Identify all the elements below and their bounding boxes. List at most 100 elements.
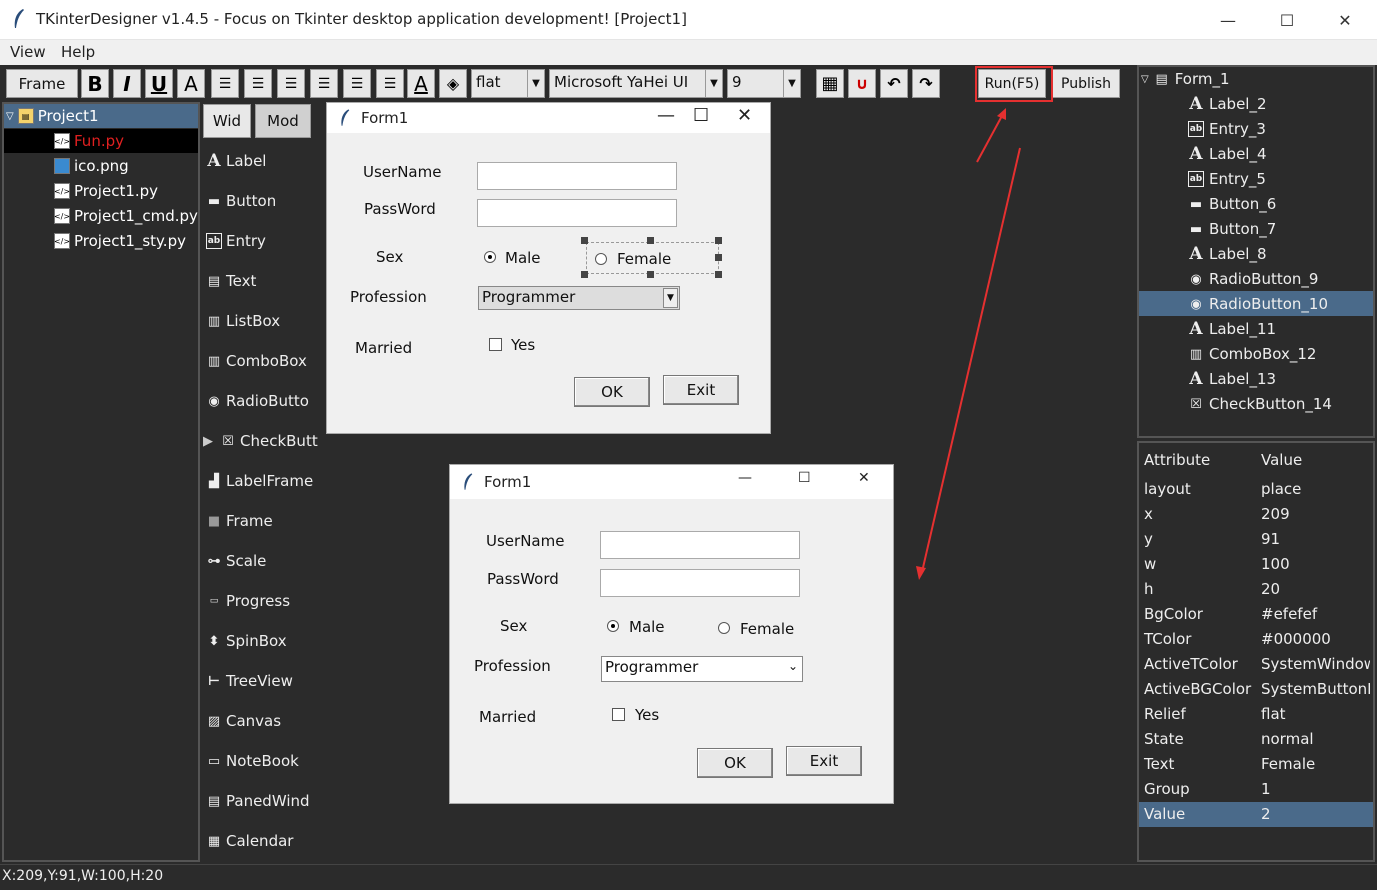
widget-button[interactable]: ▬ Button <box>206 192 276 210</box>
exit-button[interactable]: Exit <box>786 746 862 776</box>
align-left-icon[interactable]: ☰ <box>211 69 239 98</box>
attribute-row-selected[interactable]: Value 2 <box>1144 803 1370 828</box>
female-radio[interactable] <box>595 253 607 265</box>
font-button[interactable]: A <box>177 69 205 98</box>
control-item[interactable]: ▬ Button_6 <box>1188 192 1276 216</box>
align-right-icon[interactable]: ☰ <box>277 69 305 98</box>
close-button[interactable]: ✕ <box>1322 0 1368 40</box>
resize-handle[interactable] <box>715 237 722 244</box>
maximize-button[interactable]: ☐ <box>1264 0 1310 40</box>
attribute-row[interactable]: Group 1 <box>1144 778 1370 803</box>
widget-notebook[interactable]: ▭ NoteBook <box>206 752 299 770</box>
bold-button[interactable]: B <box>81 69 109 98</box>
control-item[interactable]: A Label_11 <box>1188 317 1276 341</box>
profession-combobox[interactable]: Programmer ⌄ <box>601 656 803 682</box>
file-item[interactable]: </> Fun.py <box>54 129 124 153</box>
attribute-row[interactable]: y 91 <box>1144 528 1370 553</box>
widget-calendar[interactable]: ▦ Calendar <box>206 832 294 850</box>
control-item[interactable]: ab Entry_3 <box>1188 117 1266 141</box>
control-tree-root[interactable]: ▽ ▤ Form_1 <box>1141 67 1230 91</box>
font-size-select[interactable]: 9 ▼ <box>727 69 801 98</box>
resize-handle[interactable] <box>647 237 654 244</box>
widget-canvas[interactable]: ▨ Canvas <box>206 712 281 730</box>
widget-combobox[interactable]: ▥ ComboBox <box>206 352 307 370</box>
minimize-icon[interactable]: — <box>657 105 675 126</box>
widget-panedwindow[interactable]: ▤ PanedWind <box>206 792 310 810</box>
minimize-button[interactable]: — <box>1205 0 1251 40</box>
text-color-button[interactable]: A <box>407 69 435 98</box>
close-icon[interactable]: ✕ <box>737 105 752 126</box>
project-tree-root[interactable]: ▽ ▤ Project1 <box>6 104 99 128</box>
username-input[interactable] <box>600 531 800 559</box>
control-item[interactable]: A Label_2 <box>1188 92 1266 116</box>
minimize-icon[interactable]: — <box>738 470 752 486</box>
control-item[interactable]: ab Entry_5 <box>1188 167 1266 191</box>
widget-labelframe[interactable]: ▟ LabelFrame <box>206 472 313 490</box>
fill-color-icon[interactable]: ◈ <box>439 69 467 98</box>
magnet-icon[interactable]: ∪ <box>848 69 876 98</box>
resize-handle[interactable] <box>715 271 722 278</box>
attribute-row[interactable]: Text Female <box>1144 753 1370 778</box>
align-top-icon[interactable]: ☰ <box>310 69 338 98</box>
ok-button[interactable]: OK <box>697 748 773 778</box>
widget-listbox[interactable]: ▥ ListBox <box>206 312 280 330</box>
font-family-select[interactable]: Microsoft YaHei UI ▼ <box>549 69 723 98</box>
widget-frame[interactable]: ■ Frame <box>206 512 273 530</box>
attribute-row[interactable]: ActiveTColor SystemWindow <box>1144 653 1370 678</box>
username-input[interactable] <box>477 162 677 190</box>
control-item[interactable]: ▥ ComboBox_12 <box>1188 342 1317 366</box>
menu-help[interactable]: Help <box>61 43 95 61</box>
tab-widgets[interactable]: Wid <box>203 104 251 138</box>
widget-spinbox[interactable]: ⬍ SpinBox <box>206 632 287 650</box>
attribute-row[interactable]: ActiveBGColor SystemButtonF <box>1144 678 1370 703</box>
resize-handle[interactable] <box>581 271 588 278</box>
align-center-icon[interactable]: ☰ <box>244 69 272 98</box>
align-bottom-icon[interactable]: ☰ <box>376 69 404 98</box>
frame-button[interactable]: Frame <box>6 69 78 98</box>
design-form[interactable]: Form1 — ☐ ✕ UserName PassWord Sex Male F… <box>326 102 771 434</box>
maximize-icon[interactable]: ☐ <box>798 470 811 486</box>
file-item[interactable]: </> Project1_sty.py <box>54 229 186 253</box>
widget-progress[interactable]: ▭ Progress <box>206 592 290 610</box>
widget-text[interactable]: ▤ Text <box>206 272 257 290</box>
resize-handle[interactable] <box>715 254 722 261</box>
file-item[interactable]: </> Project1.py <box>54 179 158 203</box>
male-radio[interactable] <box>607 620 619 632</box>
widget-checkbutton[interactable]: ▶ ☒ CheckButt <box>203 432 318 450</box>
resize-handle[interactable] <box>647 271 654 278</box>
ok-button[interactable]: OK <box>574 377 650 407</box>
relief-select[interactable]: flat ▼ <box>471 69 545 98</box>
align-middle-icon[interactable]: ☰ <box>343 69 371 98</box>
grid-icon[interactable]: ▦ <box>816 69 844 98</box>
control-item[interactable]: A Label_8 <box>1188 242 1266 266</box>
control-item-selected[interactable]: ◉ RadioButton_10 <box>1188 292 1328 316</box>
italic-button[interactable]: I <box>113 69 141 98</box>
female-radio[interactable] <box>718 622 730 634</box>
widget-treeview[interactable]: ⊢ TreeView <box>206 672 293 690</box>
widget-scale[interactable]: ⊶ Scale <box>206 552 267 570</box>
male-radio[interactable] <box>484 251 496 263</box>
exit-button[interactable]: Exit <box>663 375 739 405</box>
password-input[interactable] <box>477 199 677 227</box>
widget-radiobutton[interactable]: ◉ RadioButto <box>206 392 309 410</box>
attribute-row[interactable]: State normal <box>1144 728 1370 753</box>
widget-label[interactable]: A Label <box>206 151 266 171</box>
maximize-icon[interactable]: ☐ <box>693 105 709 126</box>
control-item[interactable]: ◉ RadioButton_9 <box>1188 267 1318 291</box>
attribute-row[interactable]: x 209 <box>1144 503 1370 528</box>
attribute-row[interactable]: h 20 <box>1144 578 1370 603</box>
control-item[interactable]: ☒ CheckButton_14 <box>1188 392 1332 416</box>
password-input[interactable] <box>600 569 800 597</box>
profession-combobox[interactable]: Programmer ▼ <box>478 286 680 310</box>
married-checkbox[interactable] <box>612 708 625 721</box>
publish-button[interactable]: Publish <box>1052 69 1120 98</box>
control-item[interactable]: A Label_13 <box>1188 367 1276 391</box>
menu-view[interactable]: View <box>10 43 46 61</box>
attribute-row[interactable]: TColor #000000 <box>1144 628 1370 653</box>
redo-icon[interactable]: ↷ <box>912 69 940 98</box>
underline-button[interactable]: U <box>145 69 173 98</box>
run-form[interactable]: Form1 — ☐ ✕ UserName PassWord Sex Male F… <box>449 464 894 804</box>
control-item[interactable]: A Label_4 <box>1188 142 1266 166</box>
widget-entry[interactable]: ab Entry <box>206 232 266 250</box>
attribute-row[interactable]: Relief flat <box>1144 703 1370 728</box>
